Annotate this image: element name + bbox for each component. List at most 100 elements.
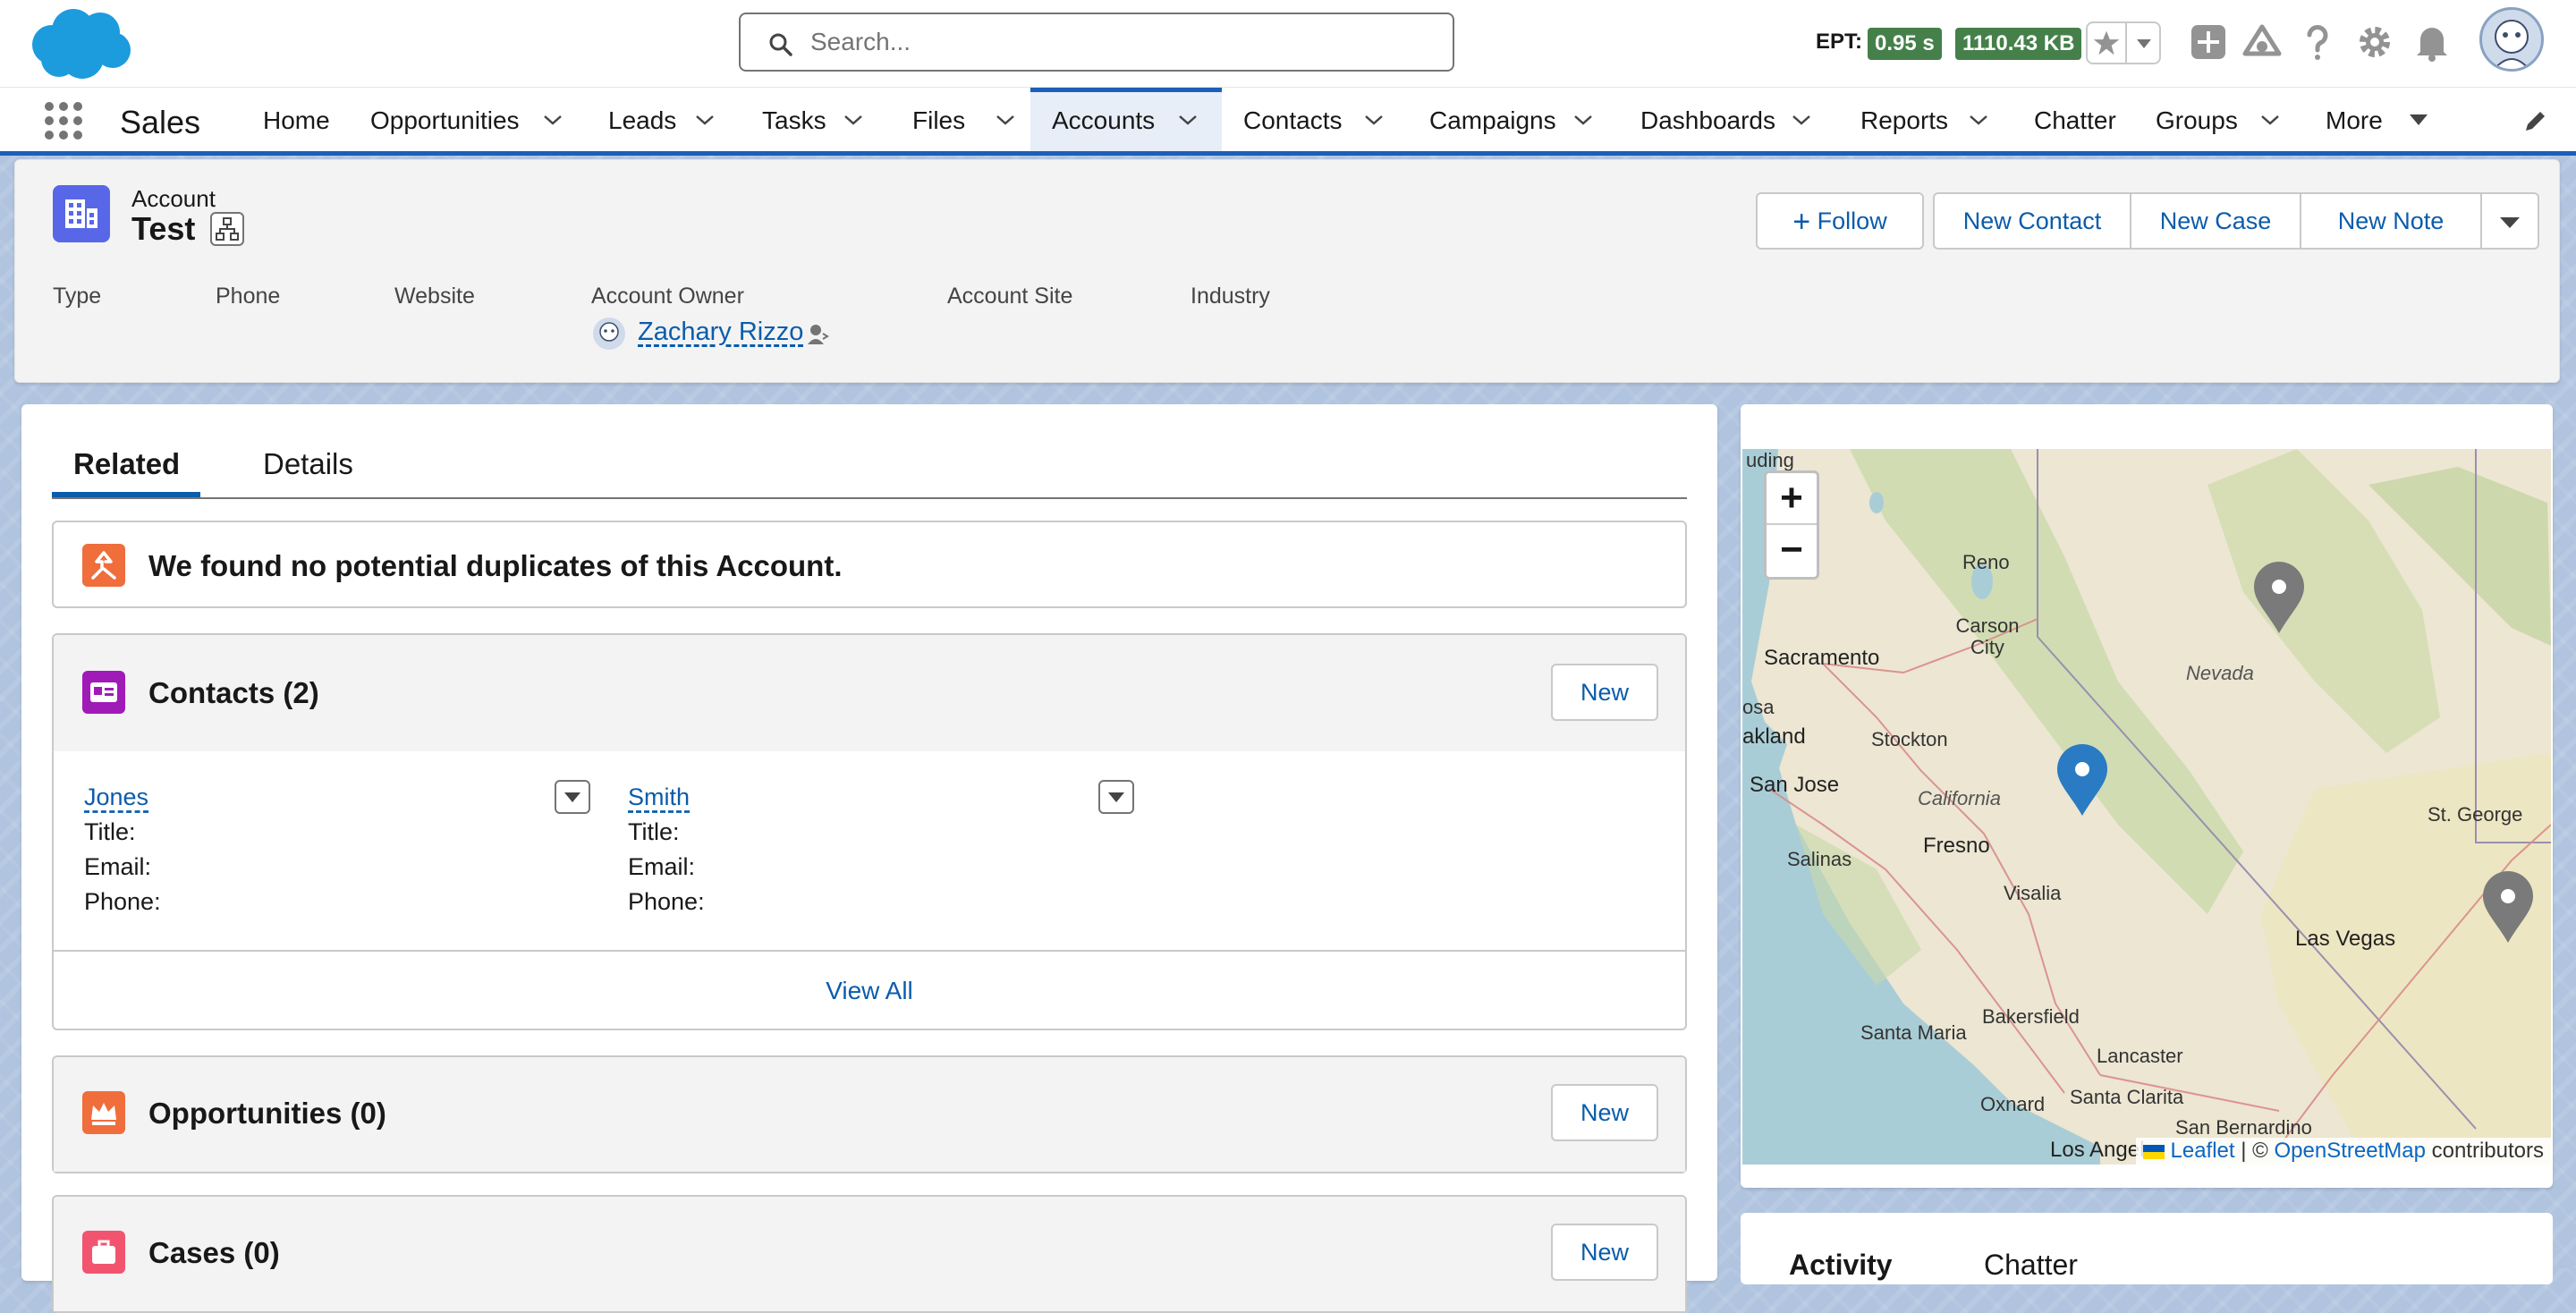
nav-item-leads[interactable]: Leads	[608, 88, 719, 151]
chevron-down-icon[interactable]	[2127, 23, 2161, 63]
new-case-button[interactable]: New Case	[2130, 192, 2301, 250]
search-input[interactable]	[739, 13, 1454, 72]
account-owner-link[interactable]: Zachary Rizzo	[638, 318, 803, 347]
tab-related[interactable]: Related	[73, 447, 180, 481]
activity-card: Activity Chatter	[1741, 1213, 2553, 1284]
search-field[interactable]	[809, 21, 1426, 63]
new-case-list-button[interactable]: New	[1551, 1224, 1658, 1281]
contact-card-icon	[82, 671, 125, 714]
contact-name-link[interactable]: Smith	[628, 784, 690, 810]
leaflet-link[interactable]: Leaflet	[2171, 1139, 2235, 1163]
ept-size-badge: 1110.43 KB	[1955, 28, 2082, 60]
ukraine-flag-icon	[2142, 1145, 2165, 1159]
change-owner-icon[interactable]	[806, 321, 829, 348]
pencil-icon[interactable]	[2521, 107, 2549, 136]
chevron-down-icon[interactable]	[995, 113, 1016, 127]
contact-row-menu[interactable]	[1098, 780, 1134, 814]
chevron-down-icon[interactable]	[843, 113, 864, 127]
caret-down-icon[interactable]	[2408, 113, 2429, 127]
nav-item-accounts[interactable]: Accounts	[1030, 88, 1222, 151]
map-label: Carson City	[1955, 614, 2020, 658]
view-all-link[interactable]: View All	[54, 950, 1685, 1029]
map-label: San Jose	[1750, 773, 1840, 797]
contacts-related-list: Contacts (2) New Jones Title: Email: Pho…	[52, 633, 1687, 1030]
caret-down-icon	[2500, 216, 2520, 228]
avatar[interactable]	[2479, 7, 2544, 72]
chevron-down-icon[interactable]	[1363, 113, 1385, 127]
duplicate-notice: We found no potential duplicates of this…	[52, 521, 1687, 608]
tab-activity[interactable]: Activity	[1789, 1249, 1893, 1282]
nav-item-files[interactable]: Files	[912, 88, 1020, 151]
nav-item-reports[interactable]: Reports	[1860, 88, 1995, 151]
hierarchy-icon	[216, 217, 239, 241]
contacts-title[interactable]: Contacts (2)	[148, 676, 319, 710]
attribution-separator: | ©	[2241, 1139, 2268, 1163]
trailhead-icon[interactable]	[2240, 20, 2284, 64]
object-type-label: Account	[131, 185, 216, 212]
help-icon[interactable]	[2295, 20, 2340, 64]
bell-icon[interactable]	[2410, 20, 2454, 64]
osm-link[interactable]: OpenStreetMap	[2275, 1139, 2426, 1163]
nav-item-more[interactable]: More	[2326, 88, 2433, 151]
new-contact-button[interactable]: New Contact	[1933, 192, 2131, 250]
contact-title-label: Title:	[84, 818, 136, 845]
contact-email-label: Email:	[84, 853, 152, 880]
map-label: Nevada	[2186, 662, 2254, 684]
cases-related-list: Cases (0) New	[52, 1195, 1687, 1313]
nav-item-home[interactable]: Home	[263, 88, 330, 151]
merge-icon	[82, 544, 125, 587]
tab-details[interactable]: Details	[263, 447, 353, 481]
opportunities-title[interactable]: Opportunities (0)	[148, 1097, 386, 1131]
chevron-down-icon[interactable]	[1791, 113, 1812, 127]
nav-item-label: Opportunities	[370, 106, 520, 134]
new-opportunity-button[interactable]: New	[1551, 1084, 1658, 1141]
chevron-down-icon[interactable]	[542, 113, 564, 127]
gear-icon[interactable]	[2352, 20, 2397, 64]
nav-bar: Sales Home Opportunities Leads Tasks Fil…	[0, 88, 2576, 156]
more-actions-button[interactable]	[2480, 192, 2539, 250]
nav-item-opportunities[interactable]: Opportunities	[370, 88, 569, 151]
cloud-logo[interactable]	[27, 5, 134, 80]
app-launcher-icon[interactable]	[43, 100, 84, 141]
record-tabs: Related Details	[52, 440, 1687, 499]
nav-item-campaigns[interactable]: Campaigns	[1429, 88, 1608, 151]
zoom-in-button[interactable]: +	[1767, 473, 1817, 525]
tab-chatter[interactable]: Chatter	[1984, 1249, 2078, 1282]
nav-item-chatter[interactable]: Chatter	[2034, 88, 2116, 151]
add-icon[interactable]	[2186, 20, 2231, 64]
contact-name-link[interactable]: Jones	[84, 784, 148, 810]
field-label-phone: Phone	[216, 284, 281, 309]
new-note-button[interactable]: New Note	[2300, 192, 2482, 250]
chevron-down-icon[interactable]	[694, 113, 716, 127]
nav-item-dashboards[interactable]: Dashboards	[1640, 88, 1819, 151]
follow-button[interactable]: + Follow	[1756, 192, 1924, 250]
chevron-down-icon[interactable]	[1968, 113, 1989, 127]
nav-item-tasks[interactable]: Tasks	[762, 88, 869, 151]
nav-item-label: Home	[263, 106, 330, 134]
zoom-out-button[interactable]: −	[1767, 525, 1817, 577]
map-label: Las Vegas	[2295, 927, 2396, 951]
cases-title[interactable]: Cases (0)	[148, 1236, 280, 1270]
map[interactable]: uding Reno Carson City Sacramento Nevada…	[1742, 449, 2551, 1165]
nav-item-groups[interactable]: Groups	[2156, 88, 2290, 151]
contact-row-menu[interactable]	[555, 780, 590, 814]
nav-item-label: Dashboards	[1640, 106, 1775, 134]
nav-item-contacts[interactable]: Contacts	[1243, 88, 1395, 151]
attribution-contributors: contributors	[2431, 1139, 2544, 1163]
zoom-control: + −	[1764, 470, 1819, 580]
hierarchy-button[interactable]	[210, 212, 244, 246]
new-contact-list-button[interactable]: New	[1551, 664, 1658, 721]
field-label-account-owner: Account Owner	[591, 284, 744, 309]
field-label-industry: Industry	[1191, 284, 1270, 309]
map-card: uding Reno Carson City Sacramento Nevada…	[1741, 404, 2553, 1188]
chevron-down-icon[interactable]	[2259, 113, 2281, 127]
search-icon	[769, 33, 792, 56]
nav-item-label: Reports	[1860, 106, 1949, 134]
map-label: Oxnard	[1980, 1093, 2046, 1115]
star-icon[interactable]	[2088, 23, 2127, 63]
briefcase-icon	[82, 1231, 125, 1274]
chevron-down-icon[interactable]	[1177, 113, 1199, 127]
app-name: Sales	[120, 104, 201, 140]
chevron-down-icon[interactable]	[1572, 113, 1594, 127]
contact-tile: Smith Title: Email: Phone:	[628, 780, 705, 919]
